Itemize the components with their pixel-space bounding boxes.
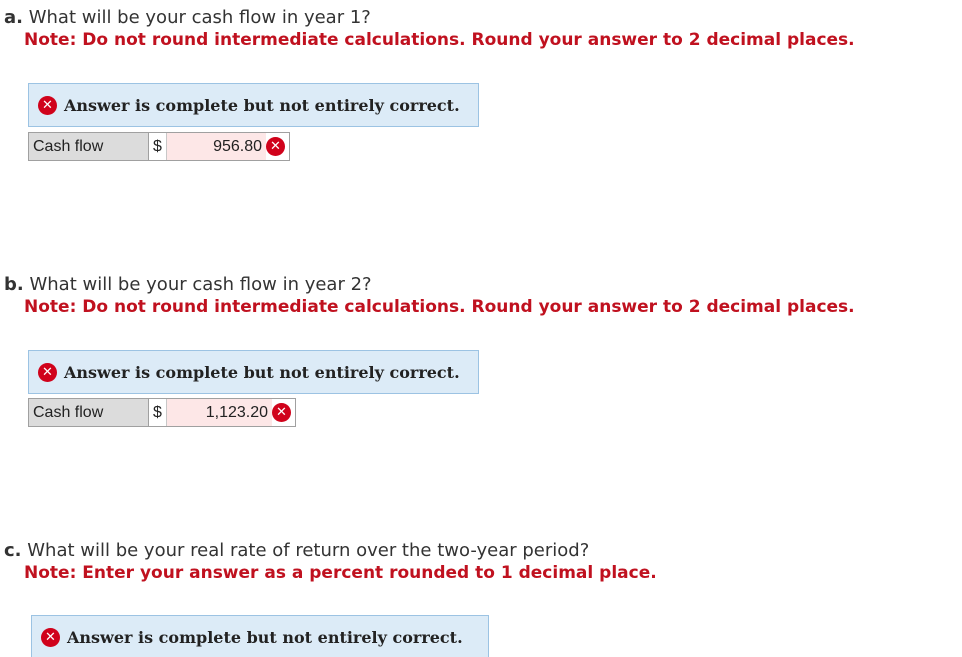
question-c-note: Note: Enter your answer as a percent rou… [24, 563, 657, 583]
question-b-answer-field[interactable]: $ 1,123.20 ✕ [149, 399, 295, 426]
question-a-text: What will be your cash flow in year 1? [28, 7, 371, 28]
question-c-letter: c. [4, 540, 22, 561]
question-a-feedback-banner: ✕ Answer is complete but not entirely co… [28, 83, 479, 127]
question-a-letter: a. [4, 7, 23, 28]
close-circle-icon: ✕ [272, 403, 291, 422]
question-a-answer-row: Cash flow $ 956.80 ✕ [28, 132, 290, 161]
question-a-cash-flow-input[interactable]: 956.80 [167, 133, 266, 160]
question-c-text: What will be your real rate of return ov… [27, 540, 590, 561]
question-b-feedback-banner: ✕ Answer is complete but not entirely co… [28, 350, 479, 394]
question-a-currency: $ [149, 133, 167, 160]
question-a-answer-field[interactable]: $ 956.80 ✕ [149, 133, 289, 160]
question-b-row-label: Cash flow [29, 399, 149, 426]
question-a-prompt: a. What will be your cash flow in year 1… [4, 7, 855, 29]
question-c-banner-text: Answer is complete but not entirely corr… [67, 627, 463, 647]
close-circle-icon: ✕ [41, 627, 60, 647]
page: a. What will be your cash flow in year 1… [0, 0, 962, 657]
question-b-banner-text: Answer is complete but not entirely corr… [64, 362, 460, 382]
question-a-note: Note: Do not round intermediate calculat… [24, 30, 855, 50]
question-b-letter: b. [4, 274, 24, 295]
question-b-cash-flow-input[interactable]: 1,123.20 [167, 399, 272, 426]
question-b-prompt: b. What will be your cash flow in year 2… [4, 274, 855, 296]
question-b: b. What will be your cash flow in year 2… [4, 274, 855, 318]
question-c: c. What will be your real rate of return… [4, 540, 657, 584]
close-circle-icon: ✕ [38, 362, 57, 382]
question-c-prompt: c. What will be your real rate of return… [4, 540, 657, 562]
question-c-feedback-banner: ✕ Answer is complete but not entirely co… [31, 615, 489, 657]
question-b-currency: $ [149, 399, 167, 426]
question-a-banner-text: Answer is complete but not entirely corr… [64, 95, 460, 115]
question-b-text: What will be your cash flow in year 2? [29, 274, 372, 295]
question-b-note: Note: Do not round intermediate calculat… [24, 297, 855, 317]
question-a-row-label: Cash flow [29, 133, 149, 160]
question-a: a. What will be your cash flow in year 1… [4, 7, 855, 51]
close-circle-icon: ✕ [266, 137, 285, 156]
question-b-answer-row: Cash flow $ 1,123.20 ✕ [28, 398, 296, 427]
close-circle-icon: ✕ [38, 95, 57, 115]
